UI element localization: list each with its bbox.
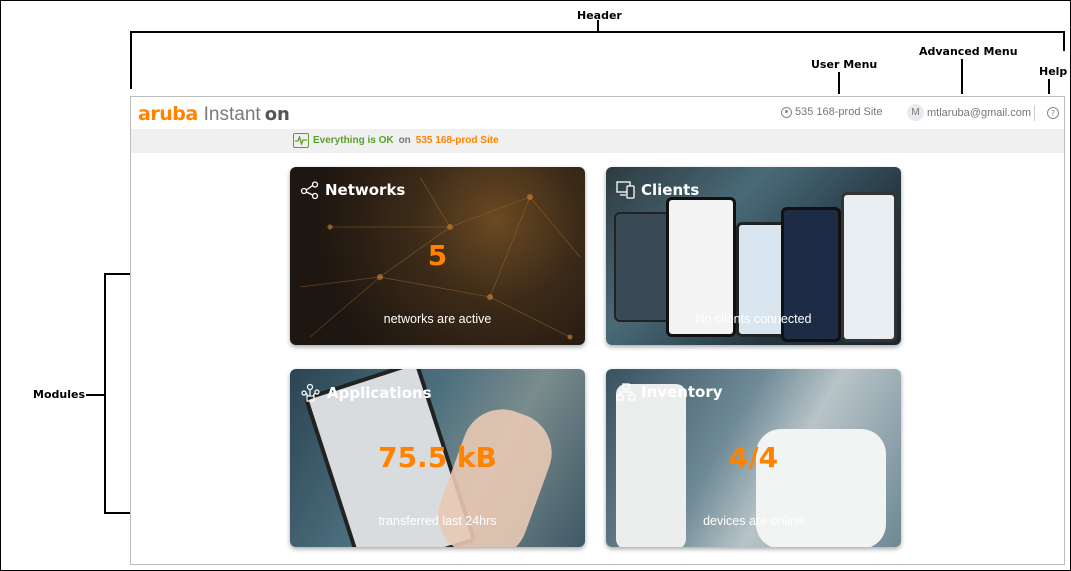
- advanced-menu-pointer: [961, 59, 963, 94]
- logo-on: on: [264, 104, 290, 125]
- applications-data-value: 75.5 kB: [378, 441, 497, 474]
- user-menu-pointer: [838, 72, 840, 94]
- status-on-text: on: [398, 135, 411, 146]
- clients-title-label: Clients: [641, 181, 700, 199]
- modules-bracket: [104, 273, 106, 514]
- user-email: mtlaruba@gmail.com: [927, 106, 1032, 119]
- logo-brand: aruba: [138, 103, 198, 125]
- header-bracket-tick: [597, 20, 599, 32]
- networks-module[interactable]: Networks 5 networks are active: [290, 167, 585, 345]
- applications-icon: [301, 383, 320, 402]
- applications-title-label: Applications: [327, 384, 432, 402]
- inventory-icon: [616, 383, 636, 401]
- help-annotation: Help: [1039, 65, 1068, 78]
- site-menu-label: 535 168-prod Site: [795, 106, 883, 118]
- avatar: M: [907, 104, 924, 121]
- networks-title-label: Networks: [325, 181, 406, 199]
- health-status[interactable]: Everything is OK on 535 168-prod Site: [293, 133, 499, 148]
- header-bracket-left: [130, 31, 132, 89]
- status-ok-text: Everything is OK: [313, 135, 394, 146]
- user-menu[interactable]: M mtlaruba@gmail.com: [907, 104, 1031, 121]
- networks-subtitle: networks are active: [383, 312, 492, 326]
- inventory-subtitle: devices are online: [703, 514, 804, 528]
- aruba-instant-on-logo[interactable]: aruba Instant on: [138, 103, 290, 126]
- networks-count: 5: [427, 239, 448, 272]
- status-site-link[interactable]: 535 168-prod Site: [416, 135, 499, 146]
- applications-title: Applications: [300, 383, 432, 403]
- inventory-title: Inventory: [616, 383, 723, 401]
- heartbeat-icon: [293, 133, 309, 148]
- applications-module[interactable]: Applications 75.5 kB transferred last 24…: [290, 369, 585, 547]
- header-bar: aruba Instant on 535 168-prod Site M mtl…: [131, 97, 1064, 129]
- site-menu[interactable]: 535 168-prod Site: [781, 106, 882, 118]
- modules-pointer: [86, 394, 104, 396]
- help-icon[interactable]: ?: [1047, 107, 1059, 119]
- app-window: aruba Instant on 535 168-prod Site M mtl…: [130, 96, 1065, 565]
- inventory-title-label: Inventory: [641, 383, 723, 401]
- inventory-module[interactable]: Inventory 4/4 devices are online: [606, 369, 901, 547]
- gear-icon: [781, 106, 792, 118]
- header-bracket-right: [1063, 31, 1065, 51]
- inventory-count: 4/4: [728, 441, 779, 474]
- networks-title: Networks: [300, 181, 405, 199]
- logo-product: Instant: [203, 104, 261, 125]
- header-annotation: Header: [577, 9, 622, 22]
- status-bar: Everything is OK on 535 168-prod Site: [131, 129, 1064, 153]
- devices-icon: [616, 181, 635, 199]
- network-icon: [300, 181, 319, 199]
- advanced-menu-annotation: Advanced Menu: [919, 45, 1018, 58]
- applications-subtitle: transferred last 24hrs: [378, 514, 497, 528]
- clients-module[interactable]: Clients No clients connected: [606, 167, 901, 345]
- clients-bg-phone-1: [614, 212, 672, 322]
- clients-subtitle: No clients connected: [695, 312, 812, 326]
- header-divider: [1034, 105, 1035, 121]
- help-pointer: [1048, 79, 1050, 94]
- clients-title: Clients: [616, 181, 699, 199]
- modules-annotation: Modules: [33, 388, 85, 401]
- user-menu-annotation: User Menu: [811, 58, 878, 71]
